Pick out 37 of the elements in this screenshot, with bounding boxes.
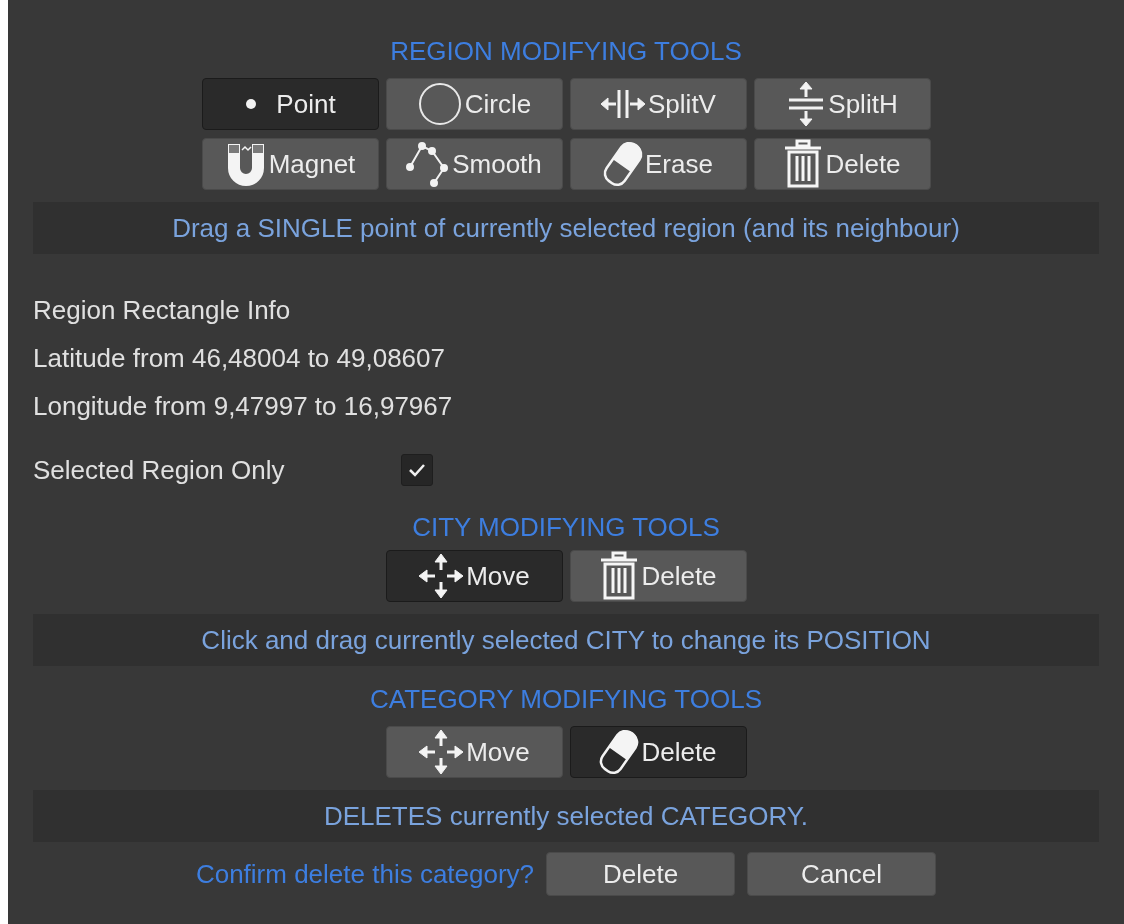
tool-button[interactable]: Delete: [569, 726, 747, 778]
checkbox[interactable]: [401, 454, 433, 486]
hint-bar: Drag a SINGLE point of currently selected region (and its neighbour): [33, 202, 1099, 254]
info-text: Longitude from 9,47997 to 16,97967: [33, 390, 454, 423]
tool-button[interactable]: Smooth: [385, 138, 563, 190]
tool-button[interactable]: Move: [385, 550, 563, 602]
tool-button[interactable]: SplitH: [753, 78, 931, 130]
eraser-icon: [599, 728, 640, 776]
tool-button[interactable]: Magnet: [201, 138, 379, 190]
dot-icon: [244, 97, 259, 111]
section-heading: REGION MODIFYING TOOLS: [390, 36, 742, 66]
section-heading: CATEGORY MODIFYING TOOLS: [370, 684, 762, 714]
tool-button[interactable]: Move: [385, 726, 563, 778]
tool-button[interactable]: Erase: [569, 138, 747, 190]
split-vertical-icon: [600, 87, 647, 121]
hint-bar: Click and drag currently selected CITY to change its POSITION: [33, 614, 1099, 666]
hint-bar: DELETES currently selected CATEGORY.: [33, 790, 1099, 842]
eraser-icon: [603, 140, 644, 188]
dialog-button[interactable]: Delete: [546, 852, 736, 896]
section-heading: CITY MODIFYING TOOLS: [412, 512, 720, 542]
trash-icon: [783, 139, 824, 189]
info-text: Latitude from 46,48004 to 49,08607: [33, 342, 446, 375]
confirm-prompt: Confirm delete this category?: [195, 857, 535, 891]
tool-button[interactable]: Delete: [569, 550, 747, 602]
tool-button[interactable]: SplitV: [569, 78, 747, 130]
tool-button[interactable]: Point: [201, 78, 379, 130]
tool-button[interactable]: Circle: [385, 78, 563, 130]
checkbox-label: Selected Region Only: [33, 454, 286, 487]
move-arrows-icon: [418, 553, 465, 599]
dialog-button[interactable]: Cancel: [747, 852, 937, 896]
trash-icon: [599, 551, 640, 601]
polyline-icon: [406, 141, 451, 187]
move-arrows-icon: [418, 729, 465, 775]
tool-button[interactable]: Delete: [753, 138, 931, 190]
info-text: Region Rectangle Info: [33, 294, 292, 327]
circle-icon: [416, 81, 463, 127]
checkmark-icon: [408, 463, 426, 477]
